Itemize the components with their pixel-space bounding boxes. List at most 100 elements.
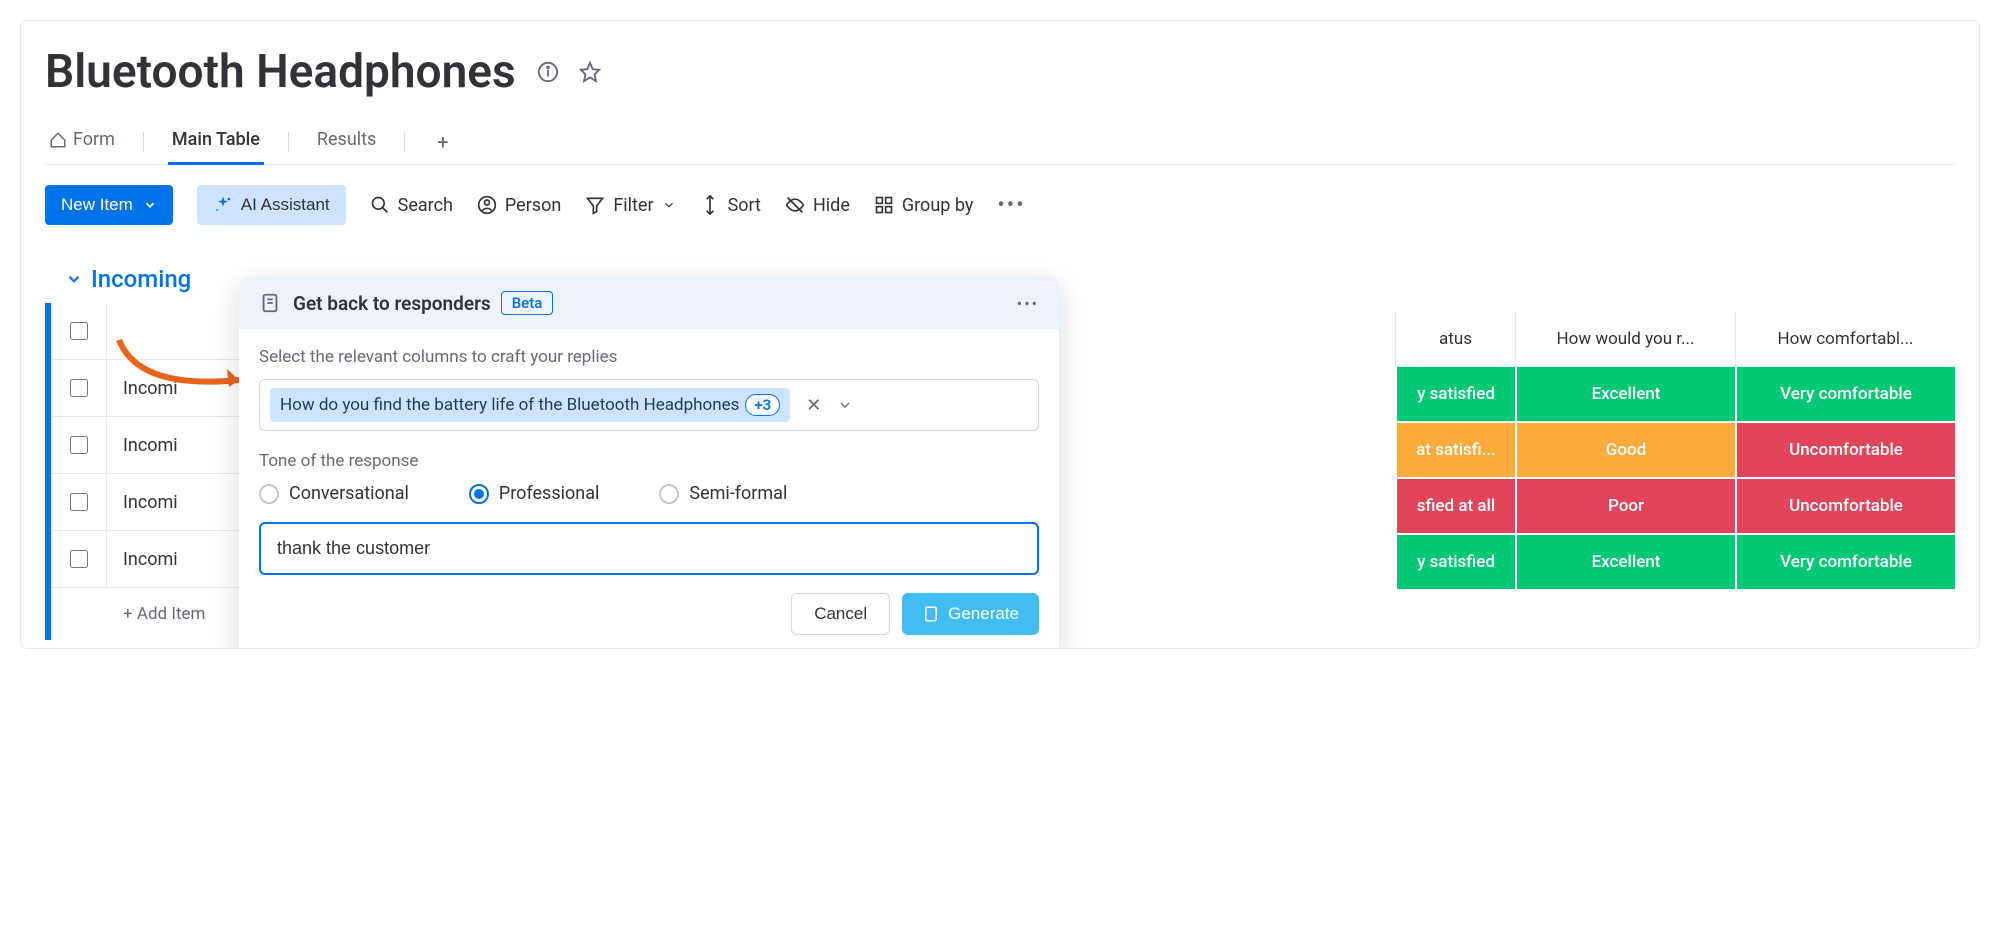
chevron-down-icon — [65, 270, 83, 288]
sparkle-icon — [213, 195, 233, 215]
status-cell[interactable]: Very comfortable — [1735, 535, 1955, 591]
rating-column: How would you r... ExcellentGoodPoorExce… — [1515, 311, 1735, 591]
status-cell[interactable]: at satisfi... — [1395, 423, 1515, 479]
generate-label: Generate — [948, 604, 1019, 624]
tab-separator — [288, 132, 289, 152]
filter-button[interactable]: Filter — [585, 195, 675, 216]
item-name: Incomi — [107, 549, 247, 570]
tone-professional[interactable]: Professional — [469, 483, 599, 504]
tab-form[interactable]: Form — [45, 119, 119, 165]
ai-responder-popup: Get back to responders Beta ••• Select t… — [239, 277, 1059, 649]
table-left: Incomi Incomi Incomi Incomi + Add Item — [45, 303, 247, 640]
radio-label: Semi-formal — [689, 483, 787, 504]
row-checkbox[interactable] — [51, 474, 107, 530]
tone-conversational[interactable]: Conversational — [259, 483, 409, 504]
person-label: Person — [505, 195, 561, 216]
status-cell[interactable]: Good — [1515, 423, 1735, 479]
status-cell[interactable]: Excellent — [1515, 535, 1735, 591]
status-cell[interactable]: y satisfied — [1395, 535, 1515, 591]
board-page: Bluetooth Headphones Form Main Table Res… — [20, 20, 1980, 649]
column-cells: ExcellentGoodPoorExcellent — [1515, 367, 1735, 591]
row-checkbox[interactable] — [51, 417, 107, 473]
star-icon[interactable] — [574, 56, 606, 88]
column-cells: y satisfiedat satisfi...sfied at ally sa… — [1395, 367, 1515, 591]
row-checkbox[interactable] — [51, 360, 107, 416]
info-icon[interactable] — [532, 56, 564, 88]
column-header[interactable]: How comfortabl... — [1735, 311, 1955, 367]
chevron-down-icon[interactable] — [837, 397, 853, 413]
group-by-label: Group by — [902, 195, 973, 216]
new-item-button[interactable]: New Item — [45, 185, 173, 225]
status-cell[interactable]: Very comfortable — [1735, 367, 1955, 423]
generate-icon — [922, 605, 940, 623]
popup-title: Get back to responders — [293, 292, 491, 315]
table-row[interactable]: Incomi — [51, 360, 247, 417]
popup-body: Select the relevant columns to craft you… — [239, 329, 1059, 649]
row-checkbox[interactable] — [51, 531, 107, 587]
tone-radio-group: Conversational Professional Semi-formal — [259, 483, 1039, 504]
filter-label: Filter — [613, 195, 653, 216]
status-cell[interactable]: Poor — [1515, 479, 1735, 535]
tab-main-table-label: Main Table — [172, 129, 260, 150]
popup-header: Get back to responders Beta ••• — [239, 277, 1059, 329]
tab-main-table[interactable]: Main Table — [168, 119, 264, 165]
status-cell[interactable]: sfied at all — [1395, 479, 1515, 535]
clear-chip-icon[interactable]: ✕ — [800, 395, 827, 416]
table-row[interactable]: Incomi — [51, 417, 247, 474]
popup-footer: Cancel Generate — [259, 593, 1039, 635]
item-name: Incomi — [107, 378, 247, 399]
new-item-label: New Item — [61, 195, 133, 215]
tab-results[interactable]: Results — [313, 119, 380, 165]
form-icon — [259, 292, 281, 314]
person-button[interactable]: Person — [477, 195, 561, 216]
tab-form-label: Form — [73, 129, 115, 150]
tone-semi-formal[interactable]: Semi-formal — [659, 483, 787, 504]
chip-text: How do you find the battery life of the … — [280, 395, 739, 415]
tab-results-label: Results — [317, 129, 376, 150]
status-column: atus y satisfiedat satisfi...sfied at al… — [1395, 311, 1515, 591]
select-all-checkbox[interactable] — [51, 303, 107, 359]
add-view-button[interactable]: + — [429, 130, 456, 154]
comfort-column: How comfortabl... Very comfortableUncomf… — [1735, 311, 1955, 591]
hide-button[interactable]: Hide — [785, 195, 850, 216]
radio-label: Professional — [499, 483, 599, 504]
sort-button[interactable]: Sort — [700, 195, 761, 216]
add-item-button[interactable]: + Add Item — [51, 588, 247, 640]
table-row[interactable]: Incomi — [51, 474, 247, 531]
radio-icon — [469, 484, 489, 504]
table-header-row — [51, 303, 247, 360]
generate-button[interactable]: Generate — [902, 593, 1039, 635]
popup-title-wrap: Get back to responders Beta — [293, 291, 1005, 315]
select-columns-label: Select the relevant columns to craft you… — [259, 347, 1039, 367]
popup-more-button[interactable]: ••• — [1017, 294, 1039, 313]
status-cell[interactable]: Uncomfortable — [1735, 423, 1955, 479]
selected-column-chip: How do you find the battery life of the … — [270, 388, 790, 422]
radio-label: Conversational — [289, 483, 409, 504]
group-name: Incoming — [91, 265, 191, 293]
cancel-button[interactable]: Cancel — [791, 593, 890, 635]
column-header[interactable]: How would you r... — [1515, 311, 1735, 367]
chip-count: +3 — [745, 394, 780, 416]
board-toolbar: New Item AI Assistant Search Person Filt… — [45, 185, 1955, 225]
status-cell[interactable]: Uncomfortable — [1735, 479, 1955, 535]
table-row[interactable]: Incomi — [51, 531, 247, 588]
board-title: Bluetooth Headphones — [45, 45, 516, 99]
column-header[interactable]: atus — [1395, 311, 1515, 367]
search-button[interactable]: Search — [370, 195, 453, 216]
tab-separator — [143, 132, 144, 152]
radio-icon — [259, 484, 279, 504]
more-options-button[interactable]: ••• — [997, 193, 1025, 218]
sort-label: Sort — [728, 195, 761, 216]
status-columns: atus y satisfiedat satisfi...sfied at al… — [1395, 311, 1955, 591]
status-cell[interactable]: y satisfied — [1395, 367, 1515, 423]
radio-icon — [659, 484, 679, 504]
tab-separator — [404, 132, 405, 152]
item-name: Incomi — [107, 435, 247, 456]
tone-label: Tone of the response — [259, 451, 1039, 471]
status-cell[interactable]: Excellent — [1515, 367, 1735, 423]
group-by-button[interactable]: Group by — [874, 195, 973, 216]
prompt-input[interactable] — [259, 522, 1039, 575]
ai-assistant-button[interactable]: AI Assistant — [197, 185, 346, 225]
search-label: Search — [398, 195, 453, 216]
column-selector[interactable]: How do you find the battery life of the … — [259, 379, 1039, 431]
